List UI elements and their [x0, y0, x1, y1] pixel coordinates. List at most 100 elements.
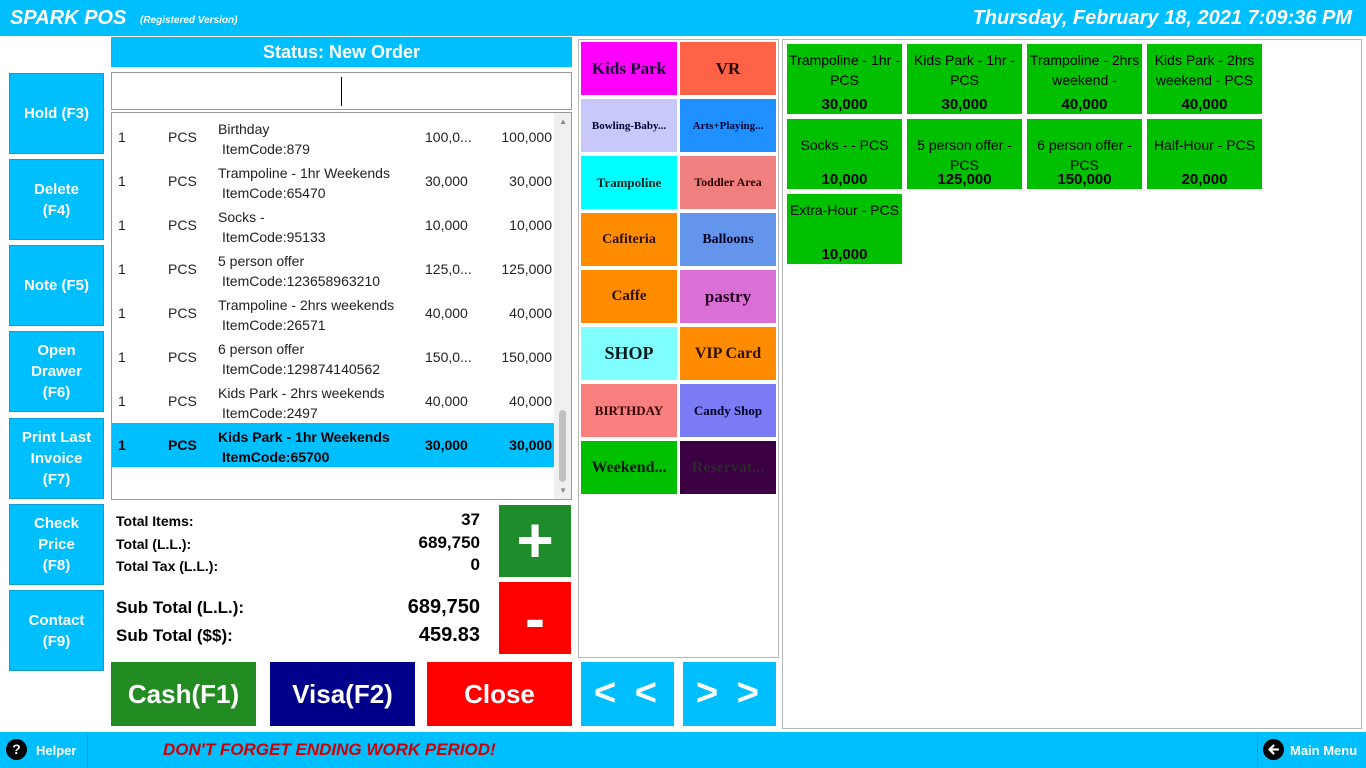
order-list[interactable]: 1 PCS Birthday ItemCode:879 100,0... 100,000 1…	[111, 112, 572, 500]
hold-button[interactable]: Hold (F3)	[9, 73, 104, 154]
category-button[interactable]: Arts+Playing...	[680, 99, 776, 152]
order-item: Kids Park - 1hr Weekends ItemCode:65700	[218, 427, 418, 467]
category-button[interactable]: pastry	[680, 270, 776, 323]
order-price: 30,000	[425, 437, 468, 453]
product-name: Socks - - PCS	[800, 137, 889, 153]
order-item: Birthday ItemCode:879	[218, 119, 418, 159]
previous-page-button[interactable]: < <	[581, 662, 674, 726]
category-button[interactable]: Toddler Area	[680, 156, 776, 209]
category-button[interactable]: Balloons	[680, 213, 776, 266]
delete-button[interactable]: Delete (F4)	[9, 159, 104, 240]
contact-button[interactable]: Contact (F9)	[9, 590, 104, 671]
app-title: SPARK POS	[10, 7, 127, 29]
helper-button[interactable]: ? Helper	[0, 732, 88, 768]
product-tile[interactable]: Trampoline - 1hr - PCS 30,000	[787, 44, 902, 114]
order-total: 125,000	[501, 261, 552, 277]
order-qty: 1	[118, 261, 126, 277]
category-button[interactable]: VR	[680, 42, 776, 95]
product-name: Kids Park - 2hrs weekend - PCS	[1154, 52, 1255, 88]
order-price: 150,0...	[425, 349, 472, 365]
order-total: 40,000	[509, 393, 552, 409]
order-row[interactable]: 1 PCS 6 person offer ItemCode:129874140562 1…	[112, 335, 554, 379]
check-price-button[interactable]: Check Price (F8)	[9, 504, 104, 585]
order-row[interactable]: 1 PCS Kids Park - 1hr Weekends ItemCode:657…	[112, 423, 554, 467]
next-page-button[interactable]: > >	[683, 662, 776, 726]
category-button[interactable]: Cafiteria	[581, 213, 677, 266]
subtotal-ll-label: Sub Total (L.L.):	[116, 598, 245, 617]
product-tile[interactable]: Trampoline - 2hrs weekend - 40,000	[1027, 44, 1142, 114]
scroll-up-icon[interactable]: ▲	[559, 117, 567, 126]
order-unit: PCS	[168, 437, 197, 453]
subtotal-usd-label: Sub Total ($$):	[116, 626, 233, 645]
category-button[interactable]: Caffe	[581, 270, 677, 323]
category-button[interactable]: Trampoline	[581, 156, 677, 209]
help-icon: ?	[6, 739, 27, 760]
datetime-display: Thursday, February 18, 2021 7:09:36 PM	[972, 7, 1352, 29]
order-item-code: ItemCode:26571	[222, 317, 326, 333]
cash-button[interactable]: Cash(F1)	[111, 662, 256, 726]
product-name: 6 person offer - PCS	[1037, 137, 1132, 173]
order-qty: 1	[118, 173, 126, 189]
product-tile[interactable]: 5 person offer - PCS 125,000	[907, 119, 1022, 189]
product-tile[interactable]: Kids Park - 1hr - PCS 30,000	[907, 44, 1022, 114]
order-total: 150,000	[501, 349, 552, 365]
order-total: 30,000	[509, 437, 552, 453]
category-button[interactable]: Reservat...	[680, 441, 776, 494]
order-item: 5 person offer ItemCode:123658963210	[218, 251, 418, 291]
category-button[interactable]: Weekend...	[581, 441, 677, 494]
text-caret	[341, 77, 342, 106]
barcode-input[interactable]	[111, 72, 572, 110]
category-button[interactable]: BIRTHDAY	[581, 384, 677, 437]
order-row[interactable]: 1 PCS Trampoline - 1hr Weekends ItemCode:65…	[112, 159, 554, 203]
category-button[interactable]: Bowling-Baby...	[581, 99, 677, 152]
print-last-invoice-button[interactable]: Print Last Invoice (F7)	[9, 418, 104, 499]
increase-quantity-button[interactable]: +	[499, 505, 571, 577]
order-item: Trampoline - 1hr Weekends ItemCode:65470	[218, 163, 418, 203]
order-unit: PCS	[168, 349, 197, 365]
order-row[interactable]: 1 PCS Birthday ItemCode:879 100,0... 100,000	[112, 115, 554, 159]
product-tile[interactable]: Half-Hour - PCS 20,000	[1147, 119, 1262, 189]
total-items-label: Total Items:	[116, 513, 194, 529]
order-item-name: 6 person offer	[218, 341, 305, 357]
product-name: 5 person offer - PCS	[917, 137, 1012, 173]
order-total: 10,000	[509, 217, 552, 233]
total-tax-label: Total Tax (L.L.):	[116, 558, 219, 574]
product-tile[interactable]: Extra-Hour - PCS 10,000	[787, 194, 902, 264]
visa-button[interactable]: Visa(F2)	[270, 662, 415, 726]
product-name: Extra-Hour - PCS	[790, 202, 899, 218]
order-row[interactable]: 1 PCS 5 person offer ItemCode:123658963210 1…	[112, 247, 554, 291]
category-button[interactable]: Candy Shop	[680, 384, 776, 437]
category-button[interactable]: SHOP	[581, 327, 677, 380]
product-price: 125,000	[937, 171, 992, 188]
order-row[interactable]: 1 PCS Socks - ItemCode:95133 10,000 10,000	[112, 203, 554, 247]
scroll-down-icon[interactable]: ▼	[559, 486, 567, 495]
order-list-scrollbar[interactable]: ▲ ▼	[554, 113, 571, 499]
scroll-thumb[interactable]	[559, 410, 566, 482]
order-item-code: ItemCode:65470	[222, 185, 326, 201]
order-row[interactable]: 1 PCS Kids Park - 2hrs weekends ItemCode:24…	[112, 379, 554, 423]
order-item: Socks - ItemCode:95133	[218, 207, 418, 247]
order-unit: PCS	[168, 305, 197, 321]
decrease-quantity-button[interactable]: -	[499, 582, 571, 654]
main-menu-button[interactable]: Main Menu	[1257, 732, 1366, 768]
open-drawer-button[interactable]: Open Drawer (F6)	[9, 331, 104, 412]
total-items-value: 37	[461, 510, 480, 529]
order-qty: 1	[118, 217, 126, 233]
product-tile[interactable]: Kids Park - 2hrs weekend - PCS 40,000	[1147, 44, 1262, 114]
product-price: 10,000	[821, 246, 868, 263]
subtotal-ll-value: 689,750	[407, 596, 480, 618]
product-tile[interactable]: 6 person offer - PCS 150,000	[1027, 119, 1142, 189]
order-row[interactable]: 1 PCS Trampoline - 2hrs weekends ItemCode:2…	[112, 291, 554, 335]
note-button[interactable]: Note (F5)	[9, 245, 104, 326]
subtotal-usd-value: 459.83	[418, 624, 480, 646]
total-ll-value: 689,750	[418, 533, 480, 552]
product-tile[interactable]: Socks - - PCS 10,000	[787, 119, 902, 189]
category-button[interactable]: Kids Park	[581, 42, 677, 95]
order-item-name: Trampoline - 2hrs weekends	[218, 297, 395, 313]
work-period-warning: DON'T FORGET ENDING WORK PERIOD!	[163, 740, 496, 759]
close-button[interactable]: Close	[427, 662, 572, 726]
order-price: 10,000	[425, 217, 468, 233]
order-price: 30,000	[425, 173, 468, 189]
order-item: Kids Park - 2hrs weekends ItemCode:2497	[218, 383, 418, 423]
category-button[interactable]: VIP Card	[680, 327, 776, 380]
